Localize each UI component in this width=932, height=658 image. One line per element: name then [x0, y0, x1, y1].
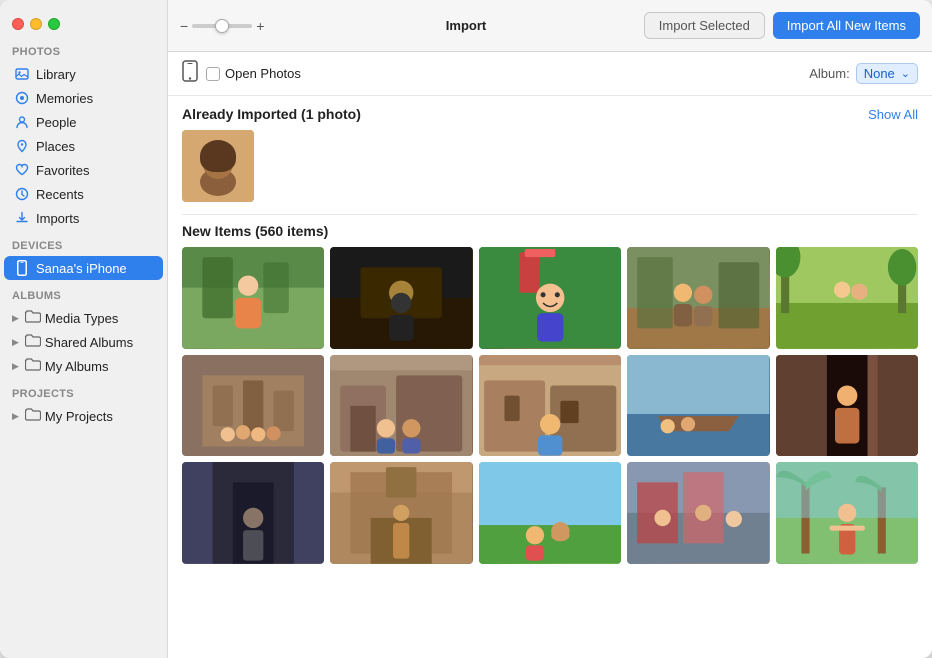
- zoom-slider[interactable]: − +: [180, 19, 264, 33]
- sidebar-item-favorites-label: Favorites: [36, 163, 89, 178]
- photo-cell[interactable]: [330, 462, 472, 564]
- sidebar-item-my-albums-label: My Albums: [45, 359, 109, 374]
- slider-track[interactable]: [192, 24, 252, 28]
- photo-cell[interactable]: [627, 247, 769, 349]
- sidebar-item-memories-label: Memories: [36, 91, 93, 106]
- photo-grid-3: [182, 462, 918, 564]
- import-all-button[interactable]: Import All New Items: [773, 12, 920, 39]
- iphone-icon: [14, 260, 30, 276]
- photos-section-label: Photos: [0, 36, 167, 62]
- app-window: Photos Library: [0, 0, 932, 658]
- slider-thumb[interactable]: [215, 19, 229, 33]
- photo-grid-2: [182, 355, 918, 457]
- photo-cell[interactable]: [182, 462, 324, 564]
- sidebar-item-recents-label: Recents: [36, 187, 84, 202]
- sidebar-item-library-label: Library: [36, 67, 76, 82]
- photo-cell[interactable]: [479, 355, 621, 457]
- scroll-area[interactable]: Already Imported (1 photo) Show All: [168, 96, 932, 658]
- photo-cell[interactable]: [330, 355, 472, 457]
- album-value: None: [864, 66, 895, 81]
- photo-grid: [182, 247, 918, 349]
- projects-section-label: Projects: [0, 378, 167, 404]
- phone-icon: [182, 60, 198, 87]
- sidebar-item-imports[interactable]: Imports: [4, 206, 163, 230]
- my-albums-folder-icon: [25, 358, 41, 374]
- sidebar-item-places[interactable]: Places: [4, 134, 163, 158]
- already-imported-row: [182, 130, 918, 202]
- imported-photo-thumb[interactable]: [182, 130, 254, 202]
- heart-icon: [14, 162, 30, 178]
- album-label: Album:: [809, 66, 849, 81]
- already-imported-title: Already Imported (1 photo): [182, 106, 361, 122]
- sidebar-item-memories[interactable]: Memories: [4, 86, 163, 110]
- sidebar-item-my-projects[interactable]: ▶ My Projects: [4, 404, 163, 428]
- zoom-plus-button[interactable]: +: [256, 19, 264, 33]
- sidebar: Photos Library: [0, 0, 168, 658]
- titlebar-title: Import: [446, 18, 486, 33]
- shared-folder-icon: [25, 334, 41, 350]
- sidebar-item-people[interactable]: People: [4, 110, 163, 134]
- sidebar-item-places-label: Places: [36, 139, 75, 154]
- dropdown-chevron-icon: ⌄: [901, 67, 910, 80]
- sidebar-item-my-projects-label: My Projects: [45, 409, 113, 424]
- open-photos-checkbox[interactable]: [206, 67, 220, 81]
- titlebar-actions: Import Selected Import All New Items: [644, 12, 920, 39]
- photo-cell[interactable]: [776, 355, 918, 457]
- sidebar-item-media-types[interactable]: ▶ Media Types: [4, 306, 163, 330]
- places-icon: [14, 138, 30, 154]
- new-items-header: New Items (560 items): [182, 223, 918, 239]
- album-selector: Album: None ⌄: [809, 63, 918, 84]
- sidebar-item-favorites[interactable]: Favorites: [4, 158, 163, 182]
- sidebar-item-imports-label: Imports: [36, 211, 79, 226]
- maximize-button[interactable]: [48, 18, 60, 30]
- show-all-link[interactable]: Show All: [868, 107, 918, 122]
- sidebar-item-shared-albums[interactable]: ▶ Shared Albums: [4, 330, 163, 354]
- close-button[interactable]: [12, 18, 24, 30]
- people-icon: [14, 114, 30, 130]
- zoom-minus-button[interactable]: −: [180, 19, 188, 33]
- memories-icon: [14, 90, 30, 106]
- photo-cell[interactable]: [330, 247, 472, 349]
- devices-section-label: Devices: [0, 230, 167, 256]
- toolbar-row: Open Photos Album: None ⌄: [168, 52, 932, 96]
- chevron-right-icon-4: ▶: [12, 411, 19, 422]
- sidebar-item-my-albums[interactable]: ▶ My Albums: [4, 354, 163, 378]
- photo-cell[interactable]: [182, 247, 324, 349]
- chevron-right-icon: ▶: [12, 313, 19, 324]
- photo-cell[interactable]: [627, 355, 769, 457]
- main-panel: − + Import Import Selected Import All Ne…: [168, 0, 932, 658]
- sidebar-device-label: Sanaa's iPhone: [36, 261, 127, 276]
- sidebar-item-library[interactable]: Library: [4, 62, 163, 86]
- sidebar-item-device[interactable]: Sanaa's iPhone: [4, 256, 163, 280]
- imports-icon: [14, 210, 30, 226]
- sidebar-item-media-types-label: Media Types: [45, 311, 118, 326]
- sidebar-item-people-label: People: [36, 115, 76, 130]
- section-divider: [182, 214, 918, 215]
- photo-cell[interactable]: [479, 462, 621, 564]
- photo-cell[interactable]: [627, 462, 769, 564]
- photo-cell[interactable]: [479, 247, 621, 349]
- album-dropdown[interactable]: None ⌄: [856, 63, 918, 84]
- projects-folder-icon: [25, 408, 41, 424]
- albums-section-label: Albums: [0, 280, 167, 306]
- new-items-title: New Items (560 items): [182, 223, 328, 239]
- sidebar-item-shared-albums-label: Shared Albums: [45, 335, 133, 350]
- chevron-right-icon-2: ▶: [12, 337, 19, 348]
- sidebar-item-recents[interactable]: Recents: [4, 182, 163, 206]
- folder-icon: [25, 310, 41, 326]
- photo-cell[interactable]: [182, 355, 324, 457]
- chevron-right-icon-3: ▶: [12, 361, 19, 372]
- traffic-lights: [12, 18, 147, 30]
- already-imported-header: Already Imported (1 photo) Show All: [182, 106, 918, 122]
- open-photos-toggle[interactable]: Open Photos: [206, 66, 301, 81]
- open-photos-label: Open Photos: [225, 66, 301, 81]
- photo-icon: [14, 66, 30, 82]
- titlebar: − + Import Import Selected Import All Ne…: [168, 0, 932, 52]
- photo-cell[interactable]: [776, 462, 918, 564]
- minimize-button[interactable]: [30, 18, 42, 30]
- import-selected-button[interactable]: Import Selected: [644, 12, 765, 39]
- recents-icon: [14, 186, 30, 202]
- photo-cell[interactable]: [776, 247, 918, 349]
